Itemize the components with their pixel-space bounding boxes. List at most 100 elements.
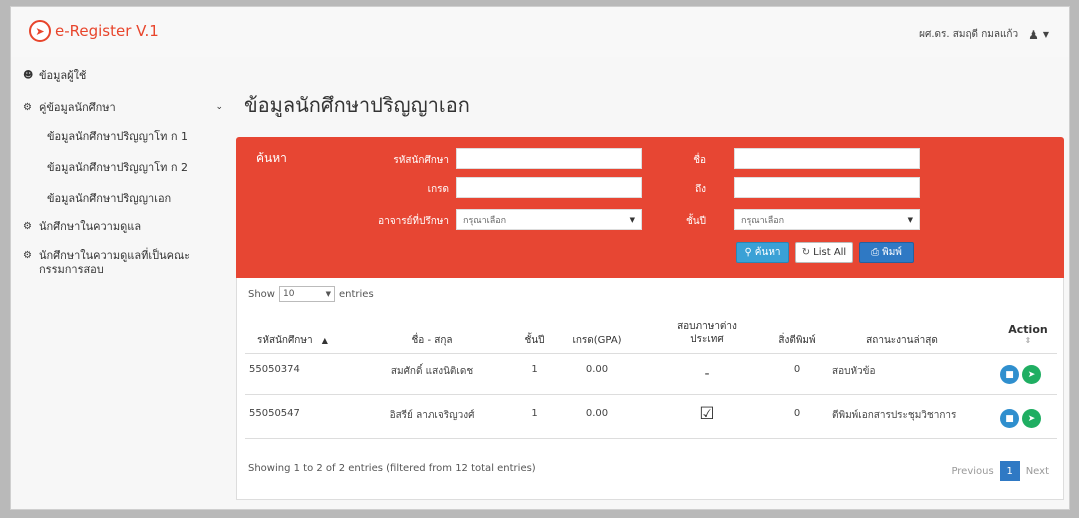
cell-name: สมศักดิ์ แสงนิติเดช bbox=[390, 366, 474, 377]
column-header-label: รหัสนักศึกษา bbox=[257, 335, 313, 346]
search-icon: ⚲ bbox=[744, 247, 752, 258]
cell-student-id: 55050547 bbox=[249, 408, 300, 419]
cell-student-id: 55050374 bbox=[249, 364, 300, 375]
sidebar-item-committee[interactable]: ⚙ นักศึกษาในความดูแลที่เป็นคณะกรรมการสอบ bbox=[23, 245, 223, 283]
print-button-label: พิมพ์ bbox=[882, 247, 902, 258]
cell-publications: 0 bbox=[793, 408, 801, 419]
logo-icon: ➤ bbox=[29, 20, 51, 42]
name-input[interactable] bbox=[734, 148, 920, 169]
sidebar-item-label: นักศึกษาในความดูแลที่เป็นคณะกรรมการสอบ bbox=[39, 249, 191, 276]
search-button[interactable]: ⚲ ค้นหา bbox=[736, 242, 789, 263]
name-label: ชื่อ bbox=[693, 155, 706, 166]
cell-publications: 0 bbox=[793, 364, 801, 375]
sidebar: ☻ ข้อมูลผู้ใช้ ⚙ คู่ข้อมูลนักศึกษา ⌄ ข้อ… bbox=[23, 62, 223, 283]
sort-icon: ⇕ bbox=[1024, 336, 1032, 345]
gears-icon: ⚙ bbox=[23, 250, 32, 261]
cell-year: 1 bbox=[531, 408, 538, 419]
cell-status: ตีพิมพ์เอกสารประชุมวิชาการ bbox=[832, 410, 957, 421]
brand[interactable]: ➤ e-Register V.1 bbox=[29, 20, 159, 42]
view-button[interactable]: ■ bbox=[1000, 409, 1019, 428]
chevron-down-icon: ▼ bbox=[907, 215, 913, 224]
column-header-gpa[interactable]: เกรด(GPA) bbox=[562, 333, 632, 348]
comment-icon: ■ bbox=[1005, 369, 1014, 380]
send-icon: ➤ bbox=[1027, 413, 1036, 424]
results-panel: Show 10 ▼ entries รหัสนักศึกษา ▲ ชื่อ - … bbox=[236, 278, 1064, 500]
next-button[interactable]: Next bbox=[1026, 466, 1049, 477]
cell-foreign-lang: ☑ bbox=[699, 404, 715, 424]
advisor-select[interactable]: กรุณาเลือก ▼ bbox=[456, 209, 642, 230]
page-1-button[interactable]: 1 bbox=[999, 461, 1020, 481]
list-all-label: List All bbox=[813, 247, 847, 258]
chevron-down-icon: ▼ bbox=[1042, 30, 1049, 39]
column-header-student-id[interactable]: รหัสนักศึกษา ▲ bbox=[257, 333, 337, 348]
page-length-control: Show 10 ▼ entries bbox=[248, 286, 374, 302]
sidebar-item-label: นักศึกษาในความดูแล bbox=[39, 220, 142, 233]
page-title: ข้อมูลนักศึกษาปริญญาเอก bbox=[244, 93, 470, 117]
sidebar-subitem-master-a1[interactable]: ข้อมูลนักศึกษาปริญญาโท ก 1 bbox=[23, 120, 223, 151]
chevron-down-icon: ▼ bbox=[325, 290, 331, 298]
header-divider bbox=[245, 353, 1057, 354]
grade-label: เกรด bbox=[427, 184, 449, 195]
column-header-status[interactable]: สถานะงานล่าสุด bbox=[842, 333, 962, 348]
page-length-value: 10 bbox=[282, 289, 295, 299]
search-heading: ค้นหา bbox=[256, 151, 287, 165]
top-navbar: ➤ e-Register V.1 ผศ.ดร. สมฤดี กมลแก้ว ♟ … bbox=[11, 7, 1069, 57]
cell-gpa: 0.00 bbox=[585, 364, 609, 375]
grade-input[interactable] bbox=[456, 177, 642, 198]
user-name: ผศ.ดร. สมฤดี กมลแก้ว bbox=[919, 29, 1019, 40]
row-divider bbox=[245, 394, 1057, 395]
table-info: Showing 1 to 2 of 2 entries (filtered fr… bbox=[248, 463, 536, 474]
sort-asc-icon: ▲ bbox=[321, 336, 328, 345]
user-menu[interactable]: ผศ.ดร. สมฤดี กมลแก้ว ♟ ▼ bbox=[919, 27, 1049, 42]
brand-title: e-Register V.1 bbox=[55, 22, 159, 40]
sidebar-subitem-doctoral[interactable]: ข้อมูลนักศึกษาปริญญาเอก bbox=[23, 182, 223, 213]
column-header-label: Action bbox=[1008, 323, 1048, 336]
column-header-foreign-lang[interactable]: สอบภาษาต่าง ประเทศ bbox=[662, 320, 752, 346]
gears-icon: ⚙ bbox=[23, 220, 32, 232]
row-divider bbox=[245, 438, 1057, 439]
app-window: ➤ e-Register V.1 ผศ.ดร. สมฤดี กมลแก้ว ♟ … bbox=[10, 6, 1070, 510]
pagination: Previous 1 Next bbox=[951, 461, 1049, 481]
send-button[interactable]: ➤ bbox=[1022, 409, 1041, 428]
sidebar-item-label: ข้อมูลผู้ใช้ bbox=[39, 69, 87, 82]
grade-to-input[interactable] bbox=[734, 177, 920, 198]
column-header-action: Action ⇕ bbox=[1003, 323, 1053, 345]
sidebar-item-label: คู่ข้อมูลนักศึกษา bbox=[39, 101, 116, 114]
advisor-select-value: กรุณาเลือก bbox=[463, 215, 507, 226]
student-id-label: รหัสนักศึกษา bbox=[393, 155, 449, 166]
print-icon: ⎙ bbox=[871, 247, 880, 258]
cell-gpa: 0.00 bbox=[585, 408, 609, 419]
gears-icon: ⚙ bbox=[23, 101, 32, 113]
search-panel: ค้นหา รหัสนักศึกษา เกรด อาจารย์ที่ปรึกษา… bbox=[236, 137, 1064, 278]
sidebar-item-student-info[interactable]: ⚙ คู่ข้อมูลนักศึกษา ⌄ bbox=[23, 94, 223, 120]
to-label: ถึง bbox=[695, 184, 706, 195]
student-id-input[interactable] bbox=[456, 148, 642, 169]
users-icon: ☻ bbox=[23, 69, 34, 81]
year-select[interactable]: กรุณาเลือก ▼ bbox=[734, 209, 920, 230]
search-button-label: ค้นหา bbox=[754, 247, 781, 258]
user-icon: ♟ bbox=[1028, 27, 1039, 42]
list-all-button[interactable]: ↻ List All bbox=[795, 242, 853, 263]
send-button[interactable]: ➤ bbox=[1022, 365, 1041, 384]
page-length-select[interactable]: 10 ▼ bbox=[278, 286, 335, 302]
previous-button[interactable]: Previous bbox=[951, 466, 993, 477]
print-button[interactable]: ⎙ พิมพ์ bbox=[859, 242, 914, 263]
entries-label: entries bbox=[338, 288, 374, 300]
cell-year: 1 bbox=[531, 364, 538, 375]
send-icon: ➤ bbox=[1027, 369, 1036, 380]
chevron-down-icon: ⌄ bbox=[215, 102, 223, 112]
sidebar-subitem-master-a2[interactable]: ข้อมูลนักศึกษาปริญญาโท ก 2 bbox=[23, 151, 223, 182]
column-header-name[interactable]: ชื่อ - สกุล bbox=[367, 333, 497, 348]
refresh-icon: ↻ bbox=[801, 247, 811, 258]
sidebar-item-profile[interactable]: ☻ ข้อมูลผู้ใช้ bbox=[23, 62, 223, 88]
column-header-publications[interactable]: สิ่งตีพิมพ์ bbox=[762, 333, 832, 348]
advisor-label: อาจารย์ที่ปรึกษา bbox=[378, 216, 449, 227]
column-header-year[interactable]: ชั้นปี bbox=[517, 333, 552, 348]
year-label: ชั้นปี bbox=[686, 216, 706, 227]
view-button[interactable]: ■ bbox=[1000, 365, 1019, 384]
sidebar-item-supervised[interactable]: ⚙ นักศึกษาในความดูแล bbox=[23, 213, 223, 239]
cell-foreign-lang: - bbox=[704, 366, 710, 382]
cell-status: สอบหัวข้อ bbox=[832, 366, 876, 377]
cell-name: อิสรีย์ ลาภเจริญวงศ์ bbox=[389, 410, 475, 421]
show-label: Show bbox=[248, 288, 275, 300]
